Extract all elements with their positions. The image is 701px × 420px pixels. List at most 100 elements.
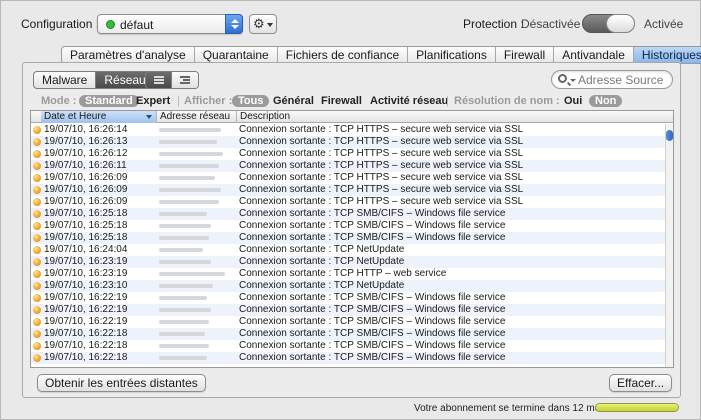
tab-logs[interactable]: Historiques (633, 47, 701, 63)
chevron-down-icon (267, 23, 273, 27)
cell-date: 19/07/10, 16:26:14 (44, 124, 128, 135)
table-body: 19/07/10, 16:26:14 Connexion sortante : T… (31, 124, 667, 364)
tab-antivandal[interactable]: Antivandale (554, 47, 634, 63)
cell-address-redacted (159, 308, 211, 312)
table-row[interactable]: 19/07/10, 16:24:04 Connexion sortante : T… (31, 244, 667, 256)
table-row[interactable]: 19/07/10, 16:26:14 Connexion sortante : T… (31, 124, 667, 136)
cell-address-redacted (159, 296, 207, 300)
orange-dot-icon (33, 138, 41, 146)
cell-date: 19/07/10, 16:26:09 (44, 196, 128, 207)
cell-description: Connexion sortante : TCP HTTPS – secure … (239, 160, 524, 171)
tab-scan-settings[interactable]: Paramètres d'analyse (62, 47, 195, 63)
protection-toggle[interactable] (582, 14, 635, 33)
orange-dot-icon (33, 126, 41, 134)
cell-date: 19/07/10, 16:23:19 (44, 268, 128, 279)
tree-view-button[interactable] (172, 72, 198, 88)
cell-description: Connexion sortante : TCP HTTPS – secure … (239, 148, 524, 159)
gear-menu-button[interactable]: ⚙ (249, 14, 277, 34)
scrollbar-thumb[interactable] (666, 130, 673, 141)
search-field[interactable] (551, 70, 673, 89)
column-date[interactable]: Date et Heure (41, 111, 157, 123)
gear-icon: ⚙ (253, 16, 265, 31)
mode-standard[interactable]: Standard (79, 95, 139, 107)
search-input[interactable] (578, 72, 670, 87)
show-firewall[interactable]: Firewall (321, 95, 362, 107)
cell-description: Connexion sortante : TCP SMB/CIFS – Wind… (239, 340, 506, 351)
orange-dot-icon (33, 306, 41, 314)
vertical-scrollbar[interactable] (665, 124, 673, 367)
cell-date: 19/07/10, 16:22:19 (44, 304, 128, 315)
table-row[interactable]: 19/07/10, 16:23:19 Connexion sortante : T… (31, 268, 667, 280)
segment-malware[interactable]: Malware (34, 72, 97, 88)
table-row[interactable]: 19/07/10, 16:23:10 Connexion sortante : T… (31, 280, 667, 292)
table-row[interactable]: 19/07/10, 16:26:12 Connexion sortante : T… (31, 148, 667, 160)
cell-address-redacted (159, 236, 209, 240)
cell-address-redacted (159, 164, 219, 168)
table-row[interactable]: 19/07/10, 16:22:18 Connexion sortante : T… (31, 340, 667, 352)
cell-description: Connexion sortante : TCP SMB/CIFS – Wind… (239, 316, 506, 327)
cell-description: Connexion sortante : TCP HTTPS – secure … (239, 172, 524, 183)
table-row[interactable]: 19/07/10, 16:23:19 Connexion sortante : T… (31, 256, 667, 268)
search-menu-caret-icon (570, 79, 576, 82)
table-row[interactable]: 19/07/10, 16:26:09 Connexion sortante : T… (31, 184, 667, 196)
cell-description: Connexion sortante : TCP HTTPS – secure … (239, 184, 524, 195)
cell-address-redacted (159, 176, 215, 180)
tab-quarantine[interactable]: Quarantaine (195, 47, 278, 63)
sort-descending-icon (146, 115, 152, 119)
show-general[interactable]: Général (273, 95, 314, 107)
fetch-remote-entries-button[interactable]: Obtenir les entrées distantes (37, 374, 206, 392)
table-row[interactable]: 19/07/10, 16:25:18 Connexion sortante : T… (31, 232, 667, 244)
subscription-bar-fill (596, 404, 678, 411)
table-row[interactable]: 19/07/10, 16:22:19 Connexion sortante : T… (31, 304, 667, 316)
clear-button[interactable]: Effacer... (609, 374, 673, 392)
orange-dot-icon (33, 282, 41, 290)
config-select[interactable]: défaut (97, 14, 243, 34)
table-row[interactable]: 19/07/10, 16:22:18 Connexion sortante : T… (31, 328, 667, 340)
tab-firewall[interactable]: Firewall (496, 47, 555, 63)
cell-address-redacted (159, 284, 213, 288)
show-all[interactable]: Tous (232, 95, 270, 107)
cell-address-redacted (159, 356, 207, 360)
show-network-activity[interactable]: Activité réseau (370, 95, 448, 107)
logs-panel: Malware Réseau Mode : Standard Expert | … (22, 62, 681, 398)
toggle-knob[interactable] (606, 14, 635, 33)
subscription-bar (595, 403, 679, 412)
column-date-label: Date et Heure (44, 111, 107, 122)
orange-dot-icon (33, 246, 41, 254)
protection-state: Désactivée (521, 17, 581, 31)
cell-date: 19/07/10, 16:23:19 (44, 256, 128, 267)
orange-dot-icon (33, 354, 41, 362)
table-row[interactable]: 19/07/10, 16:22:19 Connexion sortante : T… (31, 292, 667, 304)
table-row[interactable]: 19/07/10, 16:26:13 Connexion sortante : T… (31, 136, 667, 148)
tab-trusted-files[interactable]: Fichiers de confiance (278, 47, 409, 63)
cell-description: Connexion sortante : TCP HTTPS – secure … (239, 124, 524, 135)
cell-date: 19/07/10, 16:25:18 (44, 232, 128, 243)
table-row[interactable]: 19/07/10, 16:25:18 Connexion sortante : T… (31, 220, 667, 232)
top-bar: Configuration : défaut ⚙ Protection : Dé… (1, 1, 700, 45)
resolution-no[interactable]: Non (589, 95, 623, 107)
search-icon (558, 74, 567, 83)
resolution-yes[interactable]: Oui (564, 95, 582, 107)
protection-label: Protection : (463, 17, 524, 31)
cell-description: Connexion sortante : TCP HTTPS – secure … (239, 196, 524, 207)
table-row[interactable]: 19/07/10, 16:22:19 Connexion sortante : T… (31, 316, 667, 328)
list-view-button[interactable] (146, 72, 172, 88)
column-description[interactable]: Description (237, 111, 667, 123)
mode-expert[interactable]: Expert (136, 95, 170, 107)
orange-dot-icon (33, 198, 41, 206)
cell-address-redacted (159, 188, 221, 192)
resolution-label: Résolution de nom : (454, 95, 560, 107)
table-row[interactable]: 19/07/10, 16:26:09 Connexion sortante : T… (31, 172, 667, 184)
tab-schedules[interactable]: Planifications (408, 47, 496, 63)
table-row[interactable]: 19/07/10, 16:25:18 Connexion sortante : T… (31, 208, 667, 220)
table-row[interactable]: 19/07/10, 16:22:18 Connexion sortante : T… (31, 352, 667, 364)
subscription-status: Votre abonnement se termine dans 12 mois (414, 403, 608, 414)
column-address[interactable]: Adresse réseau (157, 111, 237, 123)
cell-address-redacted (159, 224, 211, 228)
cell-date: 19/07/10, 16:22:19 (44, 316, 128, 327)
table-row[interactable]: 19/07/10, 16:26:09 Connexion sortante : T… (31, 196, 667, 208)
cell-address-redacted (159, 272, 225, 276)
cell-description: Connexion sortante : TCP SMB/CIFS – Wind… (239, 220, 506, 231)
cell-date: 19/07/10, 16:26:12 (44, 148, 128, 159)
table-row[interactable]: 19/07/10, 16:26:11 Connexion sortante : T… (31, 160, 667, 172)
